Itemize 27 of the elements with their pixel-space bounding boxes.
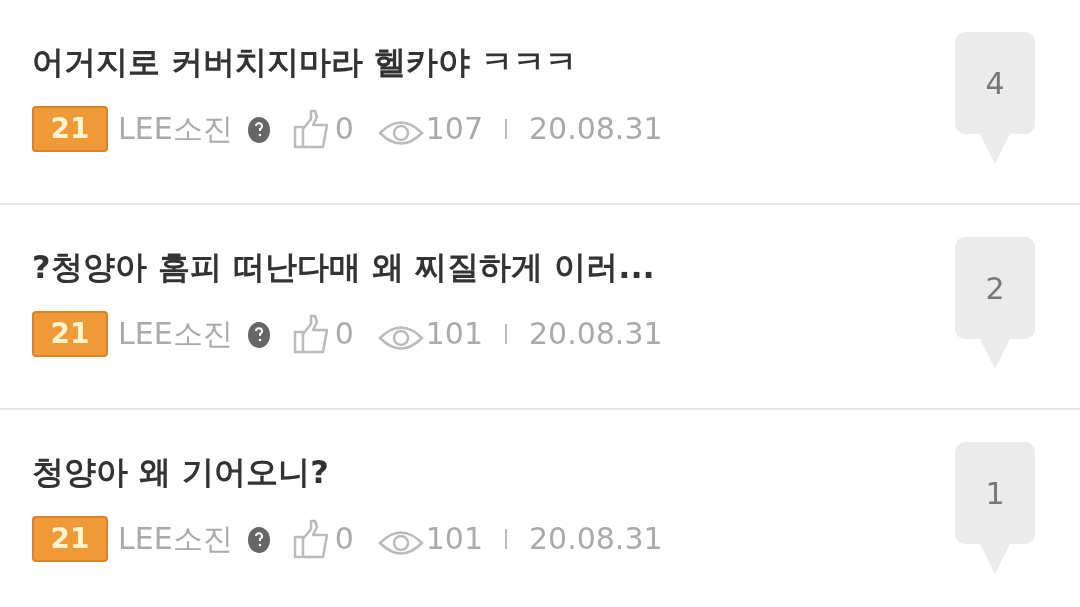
like-count: 0 bbox=[334, 520, 354, 558]
eye-icon bbox=[377, 528, 424, 558]
help-icon bbox=[246, 114, 271, 144]
view-count: 107 bbox=[425, 110, 483, 148]
level-badge: 21 bbox=[32, 516, 108, 562]
level-badge: 21 bbox=[32, 311, 108, 357]
level-badge: 21 bbox=[32, 106, 108, 152]
post-date: 20.08.31 bbox=[529, 315, 663, 353]
post-title: 어거지로 커버치지마라 헬카야 ㅋㅋㅋ bbox=[32, 42, 579, 83]
eye-icon bbox=[377, 323, 424, 353]
view-count: 101 bbox=[425, 520, 483, 558]
post-date: 20.08.31 bbox=[529, 110, 663, 148]
post-row[interactable]: 청양아 왜 기어오니? 21 LEE소진 0 101 20.08.31 1 bbox=[0, 410, 1080, 607]
help-icon bbox=[246, 524, 271, 554]
post-title: 청양아 왜 기어오니? bbox=[32, 452, 330, 493]
post-title: ?청양아 홈피 떠난다매 왜 찌질하게 이러... bbox=[32, 247, 656, 288]
view-count: 101 bbox=[425, 315, 483, 353]
eye-icon bbox=[377, 118, 424, 148]
like-count: 0 bbox=[334, 110, 354, 148]
comment-count: 2 bbox=[955, 237, 1035, 339]
post-row[interactable]: 어거지로 커버치지마라 헬카야 ㅋㅋㅋ 21 LEE소진 0 107 20.08.31 4 bbox=[0, 0, 1080, 205]
help-icon bbox=[246, 319, 271, 349]
comment-count: 1 bbox=[955, 442, 1035, 544]
post-date: 20.08.31 bbox=[529, 520, 663, 558]
comment-count: 4 bbox=[955, 32, 1035, 134]
post-row[interactable]: ?청양아 홈피 떠난다매 왜 찌질하게 이러... 21 LEE소진 0 101 20.08.31 2 bbox=[0, 205, 1080, 410]
like-count: 0 bbox=[334, 315, 354, 353]
